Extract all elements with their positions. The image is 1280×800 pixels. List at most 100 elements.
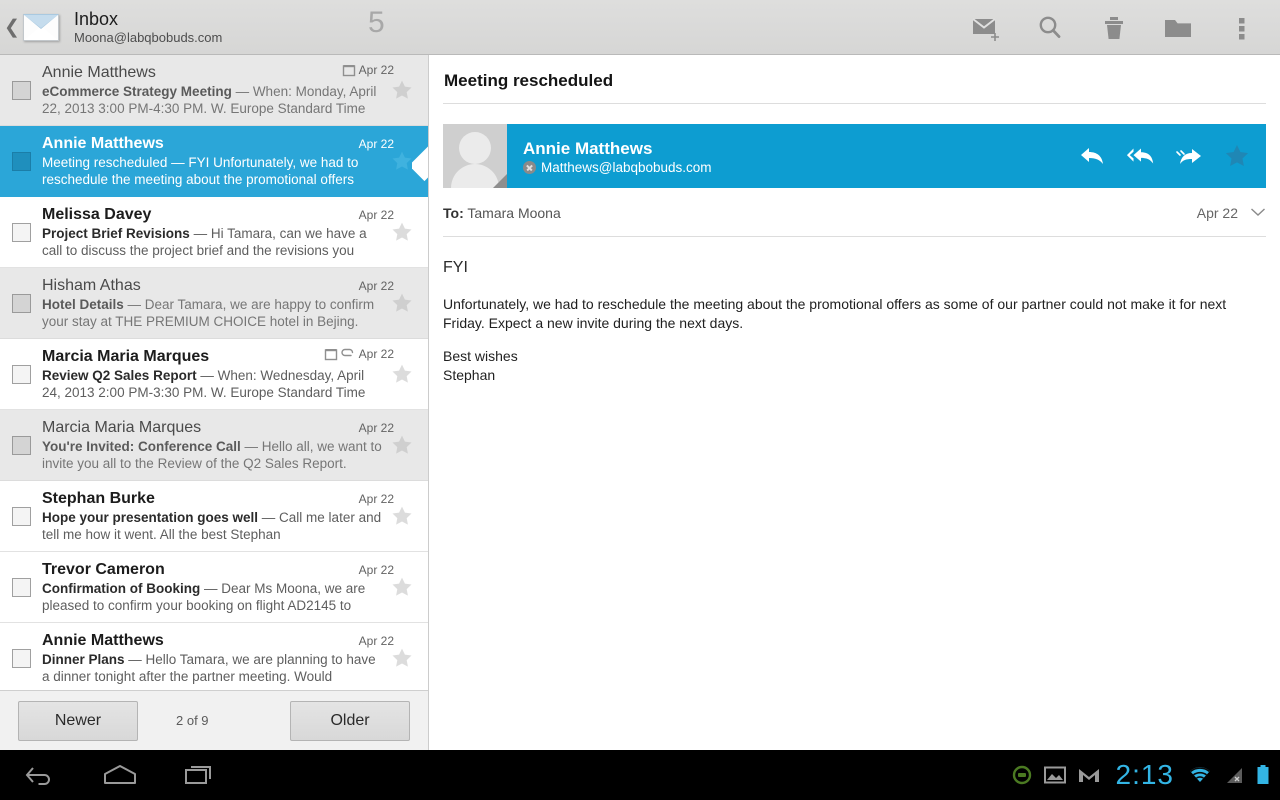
- message-list-item[interactable]: Annie Matthews Apr 22 Dinner Plans — Hel…: [0, 623, 428, 690]
- message-sender: Marcia Maria Marques: [42, 419, 202, 436]
- star-icon[interactable]: [390, 220, 414, 244]
- detail-sender-email: Matthews@labqbobuds.com: [541, 159, 712, 175]
- message-list-item[interactable]: Stephan Burke Apr 22 Hope your presentat…: [0, 481, 428, 552]
- message-date: Apr 22: [358, 208, 394, 222]
- body-heading: FYI: [443, 259, 468, 276]
- select-checkbox[interactable]: [0, 648, 42, 668]
- message-date: Apr 22: [358, 563, 394, 577]
- message-detail-pane: Meeting rescheduled Annie Matthews Matth…: [429, 55, 1280, 750]
- message-list-item[interactable]: Annie Matthews Apr 22 eCommerce Strategy…: [0, 55, 428, 126]
- star-icon[interactable]: [390, 575, 414, 599]
- status-clock: 2:13: [1115, 759, 1174, 790]
- message-preview: Dinner Plans — Hello Tamara, we are plan…: [42, 652, 376, 684]
- message-summary: Annie Matthews Apr 22 eCommerce Strategy…: [42, 63, 428, 117]
- message-sender: Annie Matthews: [42, 135, 164, 152]
- action-bar-buttons: [954, 0, 1274, 55]
- message-summary: Trevor Cameron Apr 22 Confirmation of Bo…: [42, 560, 428, 614]
- message-summary: Stephan Burke Apr 22 Hope your presentat…: [42, 489, 428, 543]
- star-icon[interactable]: [390, 78, 414, 102]
- reply-icon[interactable]: [1078, 141, 1108, 171]
- select-checkbox[interactable]: [0, 222, 42, 242]
- message-list-item[interactable]: Trevor Cameron Apr 22 Confirmation of Bo…: [0, 552, 428, 623]
- android-back-icon[interactable]: [0, 750, 80, 800]
- select-checkbox[interactable]: [0, 577, 42, 597]
- star-icon[interactable]: [390, 149, 414, 173]
- message-sender: Annie Matthews: [42, 64, 156, 81]
- message-list-item[interactable]: Marcia Maria Marques Apr 22 You're Invit…: [0, 410, 428, 481]
- calendar-invite-icon: [342, 63, 356, 77]
- message-date: Apr 22: [358, 492, 394, 506]
- subject-divider: [443, 103, 1266, 104]
- sender-header: Annie Matthews Matthews@labqbobuds.com: [443, 124, 1266, 188]
- message-summary: Annie Matthews Apr 22 Dinner Plans — Hel…: [42, 631, 428, 685]
- overflow-menu-icon[interactable]: [1210, 0, 1274, 55]
- message-list-item[interactable]: Marcia Maria Marques Apr 22 Review Q2 Sa…: [0, 339, 428, 410]
- star-icon[interactable]: [390, 646, 414, 670]
- no-signal-icon: [1224, 765, 1244, 785]
- folder-icon[interactable]: [1146, 0, 1210, 55]
- compose-mail-icon[interactable]: [954, 0, 1018, 55]
- message-sender: Annie Matthews: [42, 632, 164, 649]
- message-list-item-selected[interactable]: Annie Matthews Apr 22 Meeting reschedule…: [0, 126, 428, 197]
- body-paragraph: Unfortunately, we had to reschedule the …: [443, 296, 1227, 331]
- page-position: 2 of 9: [176, 713, 209, 728]
- message-preview: Confirmation of Booking — Dear Ms Moona,…: [42, 581, 366, 613]
- android-home-icon[interactable]: [80, 750, 160, 800]
- message-list-item[interactable]: Hisham Athas Apr 22 Hotel Details — Dear…: [0, 268, 428, 339]
- selection-pointer: [412, 126, 428, 197]
- message-summary: Annie Matthews Apr 22 Meeting reschedule…: [42, 134, 428, 188]
- detail-subject: Meeting rescheduled: [444, 71, 614, 90]
- message-preview: You're Invited: Conference Call — Hello …: [42, 439, 382, 471]
- reply-all-icon[interactable]: [1126, 141, 1156, 171]
- star-icon[interactable]: [1222, 141, 1252, 171]
- message-preview: Hotel Details — Dear Tamara, we are happ…: [42, 297, 375, 329]
- message-date: Apr 22: [358, 347, 394, 361]
- recipients-row[interactable]: To: Tamara Moona Apr 22: [443, 204, 1266, 237]
- star-icon[interactable]: [390, 291, 414, 315]
- trash-icon[interactable]: [1082, 0, 1146, 55]
- to-value: Tamara Moona: [467, 205, 561, 221]
- sender-identity[interactable]: Annie Matthews Matthews@labqbobuds.com: [523, 138, 1078, 175]
- message-date: Apr 22: [358, 63, 394, 77]
- android-recents-icon[interactable]: [160, 750, 240, 800]
- search-icon[interactable]: [1018, 0, 1082, 55]
- image-icon: [1043, 766, 1066, 784]
- message-actions: [1078, 141, 1252, 171]
- forward-icon[interactable]: [1174, 141, 1204, 171]
- message-summary: Hisham Athas Apr 22 Hotel Details — Dear…: [42, 276, 428, 330]
- message-date: Apr 22: [358, 634, 394, 648]
- message-preview: Hope your presentation goes well — Call …: [42, 510, 382, 542]
- body-signoff: Best wishes: [443, 348, 518, 364]
- mailbox-title: Inbox: [74, 8, 119, 29]
- message-list-item[interactable]: Melissa Davey Apr 22 Project Brief Revis…: [0, 197, 428, 268]
- message-sender: Stephan Burke: [42, 490, 155, 507]
- select-checkbox[interactable]: [0, 364, 42, 384]
- select-checkbox[interactable]: [0, 435, 42, 455]
- gmail-icon: [1078, 766, 1100, 784]
- message-sender: Melissa Davey: [42, 206, 152, 223]
- newer-button[interactable]: Newer: [18, 700, 138, 741]
- select-checkbox[interactable]: [0, 506, 42, 526]
- message-date: Apr 22: [358, 421, 394, 435]
- select-checkbox[interactable]: [0, 80, 42, 100]
- recipient-text: To: Tamara Moona: [443, 205, 561, 221]
- chevron-down-icon[interactable]: [1250, 204, 1266, 222]
- attachment-icon: [341, 348, 356, 360]
- android-navigation-bar: 2:13: [0, 750, 1280, 800]
- body-signature: Stephan: [443, 367, 496, 383]
- message-preview: Meeting rescheduled — FYI Unfortunately,…: [42, 155, 359, 187]
- back-chevron-icon[interactable]: ❮: [4, 18, 20, 37]
- older-button[interactable]: Older: [290, 700, 410, 741]
- pagination-bar: Newer 2 of 9 Older: [0, 690, 428, 750]
- star-icon[interactable]: [390, 504, 414, 528]
- message-date: Apr 22: [358, 279, 394, 293]
- star-icon[interactable]: [390, 433, 414, 457]
- message-list[interactable]: Annie Matthews Apr 22 eCommerce Strategy…: [0, 55, 428, 690]
- select-checkbox[interactable]: [0, 293, 42, 313]
- to-label: To:: [443, 205, 464, 221]
- mailbox-titles[interactable]: Inbox Moona@labqbobuds.com: [74, 9, 222, 46]
- app-logo-icon[interactable]: [20, 6, 62, 48]
- default-avatar-icon[interactable]: [443, 124, 507, 188]
- star-icon[interactable]: [390, 362, 414, 386]
- select-checkbox[interactable]: [0, 151, 42, 171]
